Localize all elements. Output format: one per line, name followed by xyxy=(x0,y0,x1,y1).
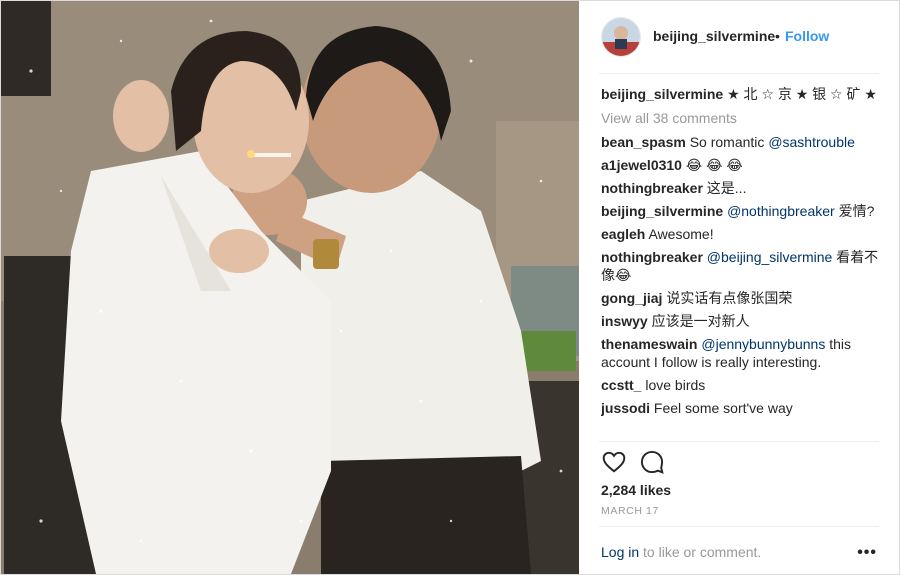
comment-username[interactable]: jussodi xyxy=(601,400,650,416)
header-username[interactable]: beijing_silvermine xyxy=(653,28,775,44)
comment-username[interactable]: gong_jiaj xyxy=(601,290,662,306)
comment: bean_spasm So romantic @sashtrouble xyxy=(601,133,883,151)
view-all-comments-link[interactable]: View all 38 comments xyxy=(601,109,883,127)
comments-list[interactable]: beijing_silvermine ★ 北 ☆ 京 ★ 银 ☆ 矿 ★ Vie… xyxy=(601,85,883,441)
comment-username[interactable]: a1jewel0310 xyxy=(601,157,682,173)
comment: nothingbreaker @beijing_silvermine 看着不像😂 xyxy=(601,248,883,284)
login-prompt-text: to like or comment. xyxy=(639,544,762,560)
comment-username[interactable]: nothingbreaker xyxy=(601,249,703,265)
comment-text: 应该是一对新人 xyxy=(651,313,750,329)
comment: thenameswain @jennybunnybunns this accou… xyxy=(601,335,883,371)
comment: nothingbreaker 这是... xyxy=(601,179,883,197)
comment-text: Feel some sort've way xyxy=(653,400,793,416)
post-sidebar: beijing_silvermine • Follow beijing_silv… xyxy=(579,1,899,574)
comment-mention[interactable]: @sashtrouble xyxy=(768,134,855,150)
comment-mention[interactable]: @jennybunnybunns xyxy=(701,336,825,352)
caption-username[interactable]: beijing_silvermine xyxy=(601,86,723,102)
likes-count[interactable]: 2,284 likes xyxy=(601,482,671,498)
comment: beijing_silvermine @nothingbreaker 爱情? xyxy=(601,202,883,220)
instagram-post: beijing_silvermine • Follow beijing_silv… xyxy=(0,0,900,575)
comment-username[interactable]: ccstt_ xyxy=(601,377,641,393)
divider xyxy=(599,526,879,527)
comment: jussodi Feel some sort've way xyxy=(601,399,883,417)
more-options-icon[interactable]: ••• xyxy=(857,544,877,562)
comment-text: So romantic xyxy=(689,134,769,150)
follow-button[interactable]: Follow xyxy=(785,28,829,44)
post-date: MARCH 17 xyxy=(601,505,659,517)
divider xyxy=(599,73,879,74)
post-photo[interactable] xyxy=(1,1,579,574)
avatar[interactable] xyxy=(601,17,641,57)
comment-username[interactable]: inswyy xyxy=(601,313,648,329)
comment-bubble-icon[interactable] xyxy=(639,449,665,475)
caption: beijing_silvermine ★ 北 ☆ 京 ★ 银 ☆ 矿 ★ xyxy=(601,85,883,103)
comment-mention[interactable]: @beijing_silvermine xyxy=(707,249,833,265)
comment-username[interactable]: beijing_silvermine xyxy=(601,203,723,219)
comment-username[interactable]: eagleh xyxy=(601,226,645,242)
caption-text: ★ 北 ☆ 京 ★ 银 ☆ 矿 ★ xyxy=(727,86,877,102)
login-prompt: Log in to like or comment. xyxy=(601,544,761,560)
comment: gong_jiaj 说实话有点像张国荣 xyxy=(601,289,883,307)
comment-text: 说实话有点像张国荣 xyxy=(666,290,793,306)
comment: eagleh Awesome! xyxy=(601,225,883,243)
heart-icon[interactable] xyxy=(601,449,627,475)
comment-text: Awesome! xyxy=(648,226,714,242)
comment: ccstt_ love birds xyxy=(601,376,883,394)
comment-username[interactable]: bean_spasm xyxy=(601,134,686,150)
comment-mention[interactable]: @nothingbreaker xyxy=(727,203,835,219)
login-link[interactable]: Log in xyxy=(601,544,639,560)
comment: a1jewel0310 😂 😂 😂 xyxy=(601,156,883,174)
comment-text: 😂 😂 😂 xyxy=(685,157,743,173)
comment-text: 爱情? xyxy=(834,203,875,219)
comment-text: love birds xyxy=(645,377,706,393)
action-bar xyxy=(601,449,665,477)
divider xyxy=(599,441,879,442)
header-separator: • xyxy=(775,28,780,44)
comment-username[interactable]: nothingbreaker xyxy=(601,180,703,196)
comment-username[interactable]: thenameswain xyxy=(601,336,697,352)
comment: inswyy 应该是一对新人 xyxy=(601,312,883,330)
vintage-couple-photo xyxy=(1,1,579,574)
comment-text: 这是... xyxy=(706,180,747,196)
post-header: beijing_silvermine • Follow xyxy=(579,1,899,73)
